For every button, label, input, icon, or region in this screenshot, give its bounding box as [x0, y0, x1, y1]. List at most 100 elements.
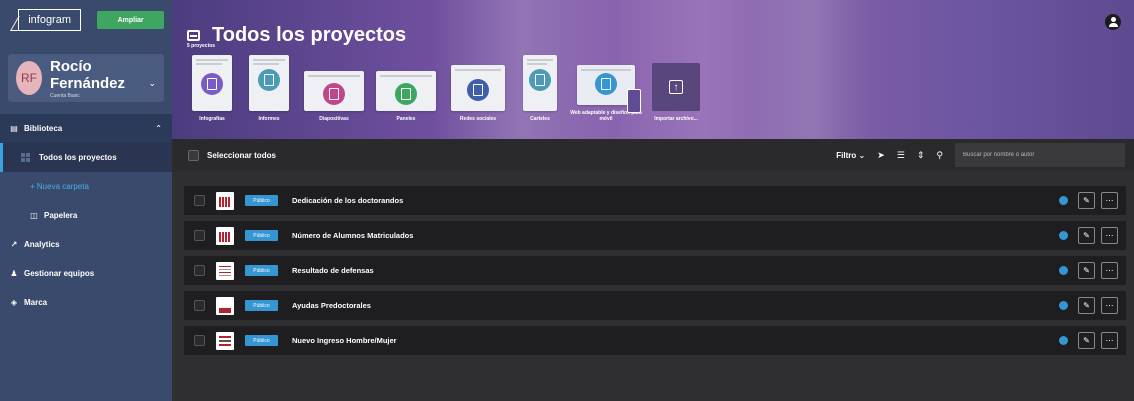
team-icon: ♟: [10, 269, 18, 278]
globe-icon: [1059, 231, 1068, 240]
type-label: Carteles: [530, 116, 550, 122]
infogram-logo[interactable]: infogram: [18, 9, 82, 31]
sidebar-item-library[interactable]: ▤ Biblioteca ⌃: [0, 114, 172, 143]
type-social[interactable]: Redes sociales: [442, 65, 514, 122]
type-report[interactable]: Informes: [240, 55, 298, 122]
sidebar-item-trash[interactable]: ◫ Papelera: [0, 201, 172, 230]
edit-button[interactable]: ✎: [1078, 192, 1095, 209]
project-list: Público Dedicación de los doctorandos ✎ …: [184, 186, 1126, 361]
page-title: Todos los proyectos: [212, 24, 407, 46]
list-item[interactable]: Público Nuevo Ingreso Hombre/Mujer ✎ ⋯: [184, 326, 1126, 355]
toolbar-controls: Filtro ⌄ ➤ ☰ ⇕ ⚲: [836, 143, 1125, 167]
edit-button[interactable]: ✎: [1078, 297, 1095, 314]
sidebar: infogram Ampliar RF Rocío Fernández Cuen…: [0, 0, 172, 401]
poster-card: [523, 55, 557, 111]
globe-icon: [1059, 266, 1068, 275]
row-checkbox[interactable]: [194, 230, 205, 241]
type-import[interactable]: ↑ Importar archivo...: [646, 63, 706, 122]
more-button[interactable]: ⋯: [1101, 192, 1118, 209]
project-thumbnail[interactable]: [216, 226, 234, 245]
search-icon: ⚲: [936, 149, 943, 160]
brand-icon: ◈: [10, 298, 18, 307]
list-item[interactable]: Público Resultado de defensas ✎ ⋯: [184, 256, 1126, 285]
more-button[interactable]: ⋯: [1101, 297, 1118, 314]
edit-button[interactable]: ✎: [1078, 227, 1095, 244]
project-thumbnail[interactable]: [216, 191, 234, 210]
type-responsive[interactable]: Web adaptable y diseños para móvil: [566, 65, 646, 122]
more-button[interactable]: ⋯: [1101, 262, 1118, 279]
infographic-icon: [201, 73, 223, 95]
list-item[interactable]: Público Dedicación de los doctorandos ✎ …: [184, 186, 1126, 215]
list-view-icon[interactable]: ☰: [897, 150, 905, 161]
project-thumbnail[interactable]: [216, 331, 234, 350]
project-title[interactable]: Resultado de defensas: [292, 266, 374, 275]
tag-icon[interactable]: ➤: [877, 150, 885, 161]
row-checkbox[interactable]: [194, 265, 205, 276]
filter-button[interactable]: Filtro ⌄: [836, 151, 865, 160]
more-button[interactable]: ⋯: [1101, 332, 1118, 349]
project-types: Infografías Informes Diapositivas Panele…: [188, 55, 706, 122]
user-card[interactable]: RF Rocío Fernández Cuenta Basic ⌄: [8, 54, 164, 102]
upgrade-button[interactable]: Ampliar: [97, 11, 164, 29]
project-title[interactable]: Ayudas Predoctorales: [292, 301, 371, 310]
row-checkbox[interactable]: [194, 195, 205, 206]
sort-icon[interactable]: ⇕: [917, 150, 925, 161]
dashboard-icon: [395, 83, 417, 105]
logo-row: infogram Ampliar: [0, 0, 172, 40]
row-checkbox[interactable]: [194, 335, 205, 346]
toolbar: Seleccionar todos Filtro ⌄ ➤ ☰ ⇕ ⚲: [172, 139, 1134, 171]
project-title[interactable]: Nuevo Ingreso Hombre/Mujer: [292, 336, 397, 345]
type-label: Informes: [258, 116, 280, 122]
type-label: Paneles: [396, 116, 416, 122]
row-actions: ✎ ⋯: [1059, 227, 1118, 244]
profile-icon[interactable]: [1105, 14, 1121, 30]
trash-label: Papelera: [44, 211, 78, 220]
dashboard-card: [376, 71, 436, 111]
analytics-icon: ↗: [10, 240, 18, 249]
sidebar-item-analytics[interactable]: ↗ Analytics: [0, 230, 172, 259]
globe-icon: [1059, 196, 1068, 205]
monitor-icon: [595, 73, 617, 95]
avatar: RF: [16, 61, 42, 95]
list-item[interactable]: Público Ayudas Predoctorales ✎ ⋯: [184, 291, 1126, 320]
type-infographic[interactable]: Infografías: [188, 55, 236, 122]
edit-button[interactable]: ✎: [1078, 332, 1095, 349]
project-thumbnail[interactable]: [216, 296, 234, 315]
type-poster[interactable]: Carteles: [514, 55, 566, 122]
library-label: Biblioteca: [24, 124, 63, 133]
row-actions: ✎ ⋯: [1059, 332, 1118, 349]
new-folder-button[interactable]: + Nueva carpeta: [0, 172, 172, 201]
project-thumbnail[interactable]: [216, 261, 234, 280]
globe-icon: [1059, 336, 1068, 345]
teams-label: Gestionar equipos: [24, 269, 95, 278]
user-name: Rocío Fernández: [50, 57, 126, 92]
type-label: Importar archivo...: [654, 116, 698, 122]
chevron-down-icon[interactable]: ⌄: [148, 78, 156, 89]
sidebar-item-teams[interactable]: ♟ Gestionar equipos: [0, 259, 172, 288]
row-checkbox[interactable]: [194, 300, 205, 311]
poster-icon: [529, 69, 551, 91]
infographic-card: [192, 55, 232, 111]
upload-icon: ↑: [669, 80, 683, 94]
project-title[interactable]: Dedicación de los doctorandos: [292, 196, 403, 205]
grid-icon: [21, 153, 30, 162]
row-actions: ✎ ⋯: [1059, 297, 1118, 314]
chevron-up-icon[interactable]: ⌃: [155, 124, 162, 133]
responsive-card: [577, 65, 641, 113]
sidebar-item-brand[interactable]: ◈ Marca: [0, 288, 172, 317]
library-icon: ▤: [10, 124, 18, 133]
slides-icon: [323, 83, 345, 105]
more-button[interactable]: ⋯: [1101, 227, 1118, 244]
type-dashboard[interactable]: Paneles: [370, 71, 442, 122]
list-item[interactable]: Público Número de Alumnos Matriculados ✎…: [184, 221, 1126, 250]
type-slides[interactable]: Diapositivas: [298, 71, 370, 122]
type-label: Diapositivas: [319, 116, 349, 122]
select-all-checkbox[interactable]: [188, 149, 199, 161]
search-input[interactable]: [955, 143, 1125, 167]
edit-button[interactable]: ✎: [1078, 262, 1095, 279]
social-card: [451, 65, 505, 111]
report-card: [249, 55, 289, 111]
select-all-label[interactable]: Seleccionar todos: [207, 151, 276, 160]
project-title[interactable]: Número de Alumnos Matriculados: [292, 231, 413, 240]
sidebar-item-all-projects[interactable]: Todos los proyectos: [0, 143, 172, 172]
